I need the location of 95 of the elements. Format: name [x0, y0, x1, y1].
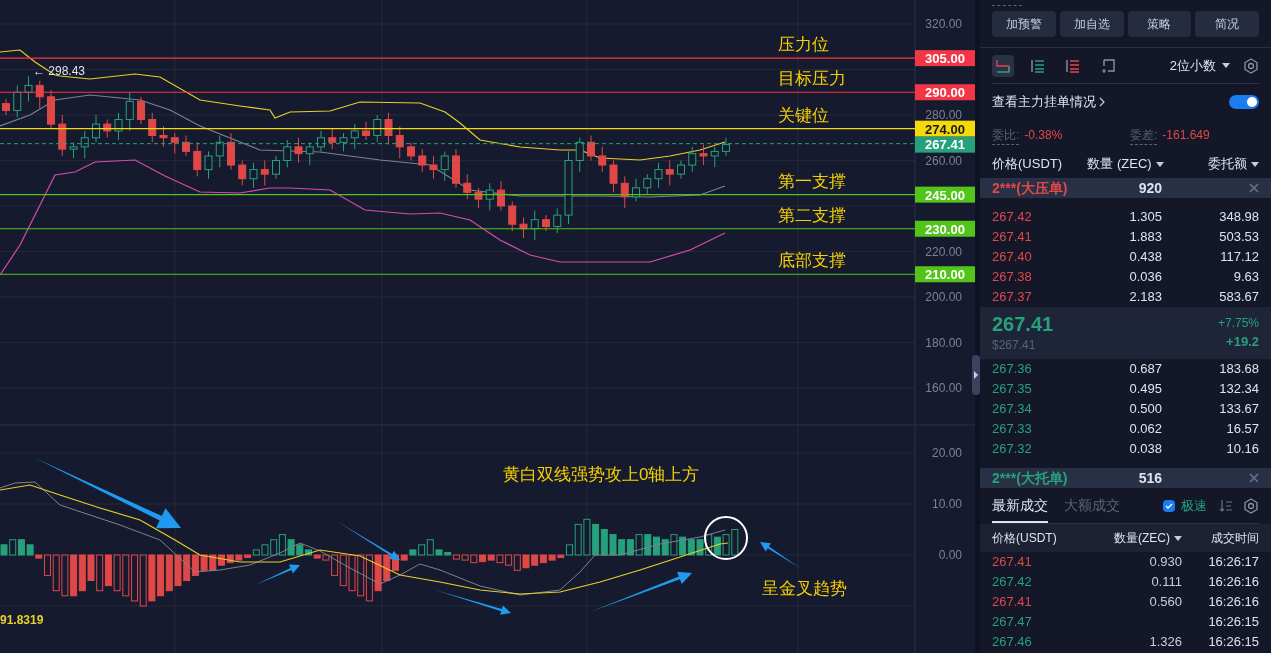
quantity-cell-text: 0.062 [1128, 420, 1162, 439]
price-cell-text: 267.42 [992, 208, 1033, 227]
main-orders-link[interactable]: 查看主力挂单情况 [992, 92, 1105, 112]
time-cell-text: 16:26:16 [1207, 593, 1259, 612]
price-cell-text: 267.34 [992, 400, 1033, 419]
price-cell-text: 267.46 [992, 633, 1033, 652]
axis-label: 320.00 [925, 17, 962, 31]
checkbox-label: 极速 [1181, 497, 1207, 516]
price-cell-text: 267.32 [992, 440, 1033, 459]
time-cell-text: 16:26:16 [1207, 573, 1259, 592]
column-header: 成交时间 [1211, 530, 1259, 547]
action-button[interactable]: 简况 [1195, 11, 1259, 37]
quantity-cell-text: 0.438 [1128, 248, 1162, 267]
axis-label: 160.00 [925, 381, 962, 395]
price-tag: 230.00 [915, 220, 975, 237]
price-tag: 210.00 [915, 266, 975, 283]
total-cell-text: 9.63 [1232, 268, 1259, 287]
quantity-cell-text: 0.111 [1150, 573, 1182, 592]
stat-label: 委差: [1130, 125, 1158, 145]
total-cell-text: 583.67 [1218, 288, 1259, 307]
decimals-dropdown[interactable]: 2位小数 [1169, 55, 1230, 76]
time-cell-text: 16:26:15 [1207, 633, 1259, 652]
axis-label: 280.00 [925, 108, 962, 122]
level-note: 第一支撑 [778, 171, 846, 191]
price-cell-text: 267.42 [992, 573, 1033, 592]
indicator-value: 91.8319 [0, 613, 44, 627]
quantity-cell-text: 0.495 [1128, 380, 1162, 399]
price-cell-text: 267.37 [992, 288, 1033, 307]
level-note: 目标压力 [778, 69, 846, 89]
chart-annotation: 呈金叉趋势 [762, 579, 847, 598]
price-cell-text: 267.47 [992, 613, 1033, 632]
time-cell-text: 16:26:17 [1207, 553, 1259, 572]
price-tag: 305.00 [915, 50, 975, 67]
last-price-usd: $267.41 [992, 337, 1037, 354]
axis-label: 20.00 [931, 446, 962, 460]
total-cell-text: 16.57 [1225, 420, 1259, 439]
price-cell-text: 267.41 [992, 553, 1033, 572]
price-cell-text: 267.41 [992, 593, 1033, 612]
stat-label: 委比: [992, 125, 1020, 145]
chart-annotation: 黄白双线强势攻上0轴上方 [503, 465, 700, 484]
action-button[interactable]: 加预警 [992, 11, 1056, 37]
price-cell-text: 267.33 [992, 420, 1033, 439]
level-note: 第二支撑 [778, 205, 846, 225]
quantity-cell-text: 1.326 [1148, 633, 1182, 652]
axis-label: 220.00 [925, 244, 962, 259]
column-header[interactable]: 数量 (ZEC) [1087, 154, 1152, 174]
price-tag: 245.00 [915, 186, 975, 203]
axis-label: 260.00 [925, 153, 962, 168]
total-cell-text: 10.16 [1225, 440, 1259, 459]
total-cell-text: 348.98 [1218, 208, 1259, 227]
large-order-label: 2***(大压单) [992, 178, 1069, 198]
axis-label: 200.00 [925, 290, 962, 304]
large-order-quantity: 920 [1137, 178, 1162, 198]
total-cell-text: 183.68 [1218, 360, 1259, 379]
price-cell-text: 267.36 [992, 360, 1033, 379]
axis-label: 10.00 [931, 497, 962, 511]
price-tag: 290.00 [915, 84, 975, 101]
quantity-cell-text: 2.183 [1128, 288, 1162, 307]
large-order-quantity: 516 [1137, 468, 1162, 488]
quantity-cell-text: 0.560 [1148, 593, 1182, 612]
total-cell-text: 117.12 [1219, 248, 1259, 267]
quantity-cell-text: 0.038 [1128, 440, 1162, 459]
time-cell-text: 16:26:15 [1207, 613, 1259, 632]
stat-value: -161.649 [1162, 127, 1210, 144]
high-price-marker: ← 298.43 [33, 64, 86, 78]
large-order-label: 2***(大托单) [992, 468, 1069, 488]
quantity-cell-text: 1.883 [1128, 228, 1162, 247]
price-cell-text: 267.40 [992, 248, 1033, 267]
total-cell-text: 132.34 [1218, 380, 1259, 399]
axis-label: 180.00 [925, 335, 962, 350]
column-header[interactable]: 委托额 [1208, 154, 1247, 174]
change-percent: +7.75% [1217, 315, 1259, 333]
price-cell-text: 267.35 [992, 380, 1033, 399]
level-note: 底部支撑 [778, 251, 846, 271]
price-cell-text: 267.38 [992, 268, 1033, 287]
last-price: 267.41 [992, 312, 1054, 336]
action-button[interactable]: 加自选 [1059, 11, 1124, 37]
axis-label: 0.00 [938, 548, 962, 562]
quantity-cell-text: 0.930 [1148, 553, 1182, 572]
quantity-cell-text: 0.036 [1128, 268, 1162, 287]
stat-value: -0.38% [1024, 127, 1063, 144]
total-cell-text: 503.53 [1218, 228, 1259, 247]
quantity-cell-text: 0.687 [1128, 360, 1162, 379]
action-button[interactable]: 策略 [1127, 11, 1192, 37]
level-note: 压力位 [778, 35, 829, 55]
column-header: 价格(USDT) [992, 530, 1057, 547]
change-value: +19.2 [1226, 333, 1259, 352]
quantity-cell-text: 0.500 [1128, 400, 1162, 419]
quantity-cell-text: 1.305 [1128, 208, 1162, 227]
column-header: 价格(USDT) [992, 155, 1063, 174]
column-header[interactable]: 数量(ZEC) [1114, 529, 1170, 547]
price-cell-text: 267.41 [992, 228, 1033, 247]
level-note: 关键位 [778, 105, 829, 125]
total-cell-text: 133.67 [1218, 400, 1259, 419]
price-tag: 274.00 [915, 120, 975, 137]
